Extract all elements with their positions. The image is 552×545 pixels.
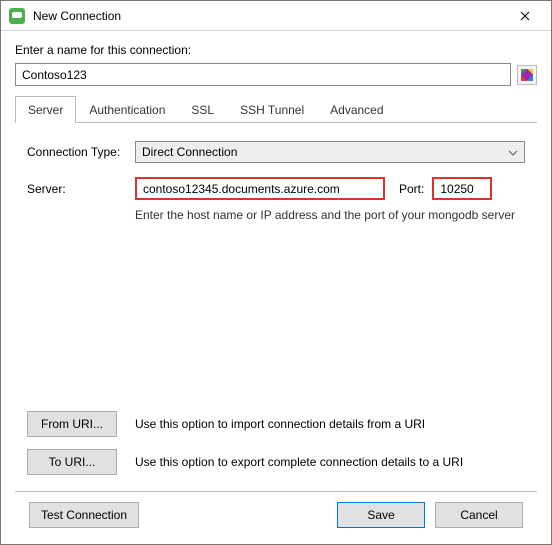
- test-connection-button[interactable]: Test Connection: [29, 502, 139, 528]
- dialog-footer: Test Connection Save Cancel: [15, 492, 537, 540]
- close-icon: [520, 11, 530, 21]
- from-uri-row: From URI... Use this option to import co…: [27, 411, 525, 437]
- dialog-body: Enter a name for this connection: Server…: [1, 31, 551, 544]
- app-icon: [9, 8, 25, 24]
- tab-ssh-tunnel[interactable]: SSH Tunnel: [227, 96, 317, 123]
- tab-authentication[interactable]: Authentication: [76, 96, 178, 123]
- color-picker-button[interactable]: [517, 65, 537, 85]
- server-row: Server: Port:: [27, 177, 525, 200]
- connection-type-value: Direct Connection: [142, 145, 237, 159]
- tab-advanced[interactable]: Advanced: [317, 96, 396, 123]
- to-uri-row: To URI... Use this option to export comp…: [27, 449, 525, 475]
- name-prompt: Enter a name for this connection:: [15, 43, 537, 57]
- connection-name-input[interactable]: [15, 63, 511, 86]
- server-port-input[interactable]: [432, 177, 492, 200]
- to-uri-button[interactable]: To URI...: [27, 449, 117, 475]
- dialog-window: New Connection Enter a name for this con…: [0, 0, 552, 545]
- tab-bar: Server Authentication SSL SSH Tunnel Adv…: [15, 96, 537, 123]
- server-hint: Enter the host name or IP address and th…: [135, 208, 525, 222]
- connection-type-select[interactable]: Direct Connection: [135, 141, 525, 163]
- tab-server[interactable]: Server: [15, 96, 76, 123]
- titlebar: New Connection: [1, 1, 551, 31]
- close-button[interactable]: [505, 2, 545, 30]
- chevron-down-icon: [508, 147, 518, 161]
- uri-section: From URI... Use this option to import co…: [27, 399, 525, 475]
- cancel-button[interactable]: Cancel: [435, 502, 523, 528]
- server-host-input[interactable]: [135, 177, 385, 200]
- from-uri-button[interactable]: From URI...: [27, 411, 117, 437]
- tab-ssl[interactable]: SSL: [178, 96, 227, 123]
- save-button[interactable]: Save: [337, 502, 425, 528]
- tab-content-server: Connection Type: Direct Connection Serve…: [15, 123, 537, 492]
- name-row: [15, 63, 537, 86]
- content-spacer: [27, 222, 525, 399]
- connection-type-row: Connection Type: Direct Connection: [27, 141, 525, 163]
- server-label: Server:: [27, 182, 135, 196]
- port-label: Port:: [399, 182, 424, 196]
- window-title: New Connection: [33, 9, 505, 23]
- to-uri-desc: Use this option to export complete conne…: [135, 455, 525, 469]
- connection-type-label: Connection Type:: [27, 145, 135, 159]
- color-swatch-icon: [521, 69, 533, 81]
- from-uri-desc: Use this option to import connection det…: [135, 417, 525, 431]
